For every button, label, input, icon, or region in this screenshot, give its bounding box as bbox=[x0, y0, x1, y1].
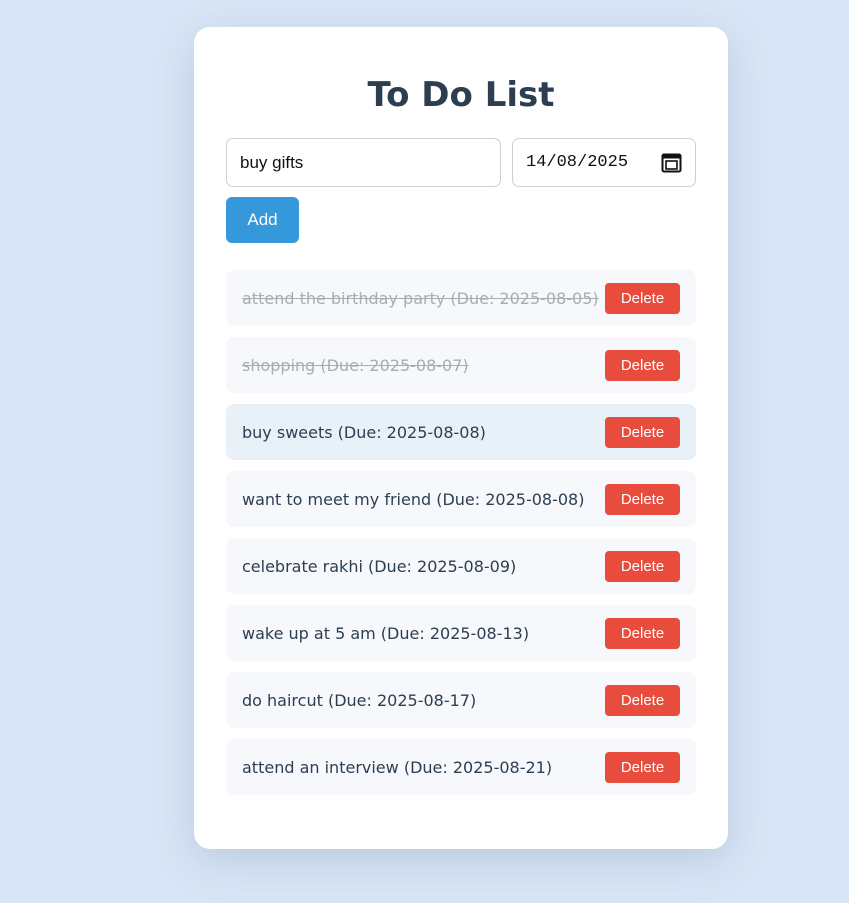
delete-button[interactable]: Delete bbox=[605, 282, 680, 314]
todo-card: To Do List buy gifts 14/08/2025 Add atte… bbox=[194, 27, 728, 849]
todo-text[interactable]: want to meet my friend (Due: 2025-08-08) bbox=[242, 490, 584, 509]
todo-item: do haircut (Due: 2025-08-17) Delete bbox=[226, 672, 696, 728]
delete-button[interactable]: Delete bbox=[605, 550, 680, 582]
todo-text[interactable]: attend an interview (Due: 2025-08-21) bbox=[242, 758, 552, 777]
todo-item: wake up at 5 am (Due: 2025-08-13) Delete bbox=[226, 605, 696, 661]
due-date-input[interactable]: 14/08/2025 bbox=[512, 138, 696, 187]
todo-item: shopping (Due: 2025-08-07) Delete bbox=[226, 337, 696, 393]
todo-text[interactable]: shopping (Due: 2025-08-07) bbox=[242, 356, 469, 375]
delete-button[interactable]: Delete bbox=[605, 416, 680, 448]
delete-button[interactable]: Delete bbox=[605, 483, 680, 515]
delete-button[interactable]: Delete bbox=[605, 617, 680, 649]
todo-item: buy sweets (Due: 2025-08-08) Delete bbox=[226, 404, 696, 460]
todo-item: celebrate rakhi (Due: 2025-08-09) Delete bbox=[226, 538, 696, 594]
todo-item: attend an interview (Due: 2025-08-21) De… bbox=[226, 739, 696, 795]
calendar-icon[interactable] bbox=[661, 152, 682, 173]
todo-text[interactable]: buy sweets (Due: 2025-08-08) bbox=[242, 423, 486, 442]
todo-text[interactable]: celebrate rakhi (Due: 2025-08-09) bbox=[242, 557, 516, 576]
due-date-value: 14/08/2025 bbox=[526, 153, 629, 172]
todo-list: attend the birthday party (Due: 2025-08-… bbox=[226, 270, 696, 806]
todo-item: want to meet my friend (Due: 2025-08-08)… bbox=[226, 471, 696, 527]
todo-text[interactable]: attend the birthday party (Due: 2025-08-… bbox=[242, 289, 599, 308]
delete-button[interactable]: Delete bbox=[605, 349, 680, 381]
todo-text[interactable]: wake up at 5 am (Due: 2025-08-13) bbox=[242, 624, 529, 643]
delete-button[interactable]: Delete bbox=[605, 684, 680, 716]
task-input-value: buy gifts bbox=[240, 152, 304, 172]
add-button[interactable]: Add bbox=[226, 197, 299, 243]
todo-text[interactable]: do haircut (Due: 2025-08-17) bbox=[242, 691, 476, 710]
page-title: To Do List bbox=[367, 75, 555, 115]
task-input[interactable]: buy gifts bbox=[226, 138, 501, 187]
delete-button[interactable]: Delete bbox=[605, 751, 680, 783]
todo-item: attend the birthday party (Due: 2025-08-… bbox=[226, 270, 696, 326]
